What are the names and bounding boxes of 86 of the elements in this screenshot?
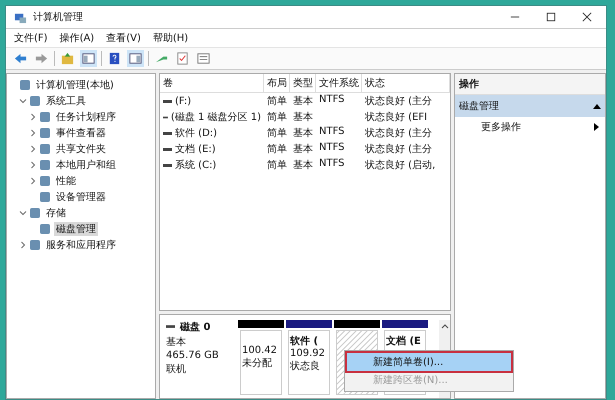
table-cell: 基本 — [293, 160, 313, 171]
tree-node-icon — [39, 127, 51, 139]
tree-item[interactable]: 性能 — [54, 174, 78, 188]
window-title: 计算机管理 — [33, 10, 83, 24]
table-cell: 简单 — [267, 96, 287, 107]
table-cell-text: 软件 (D:) — [175, 127, 218, 140]
volume-icon — [163, 98, 172, 104]
disk-status: 联机 — [166, 362, 187, 376]
column-header[interactable]: 卷 — [160, 74, 264, 92]
tree-node-icon — [19, 79, 31, 91]
table-cell: 基本 — [293, 144, 313, 155]
tree-node-icon — [39, 111, 51, 123]
menu-item[interactable]: 操作(A) — [60, 31, 94, 45]
submenu-arrow-icon — [594, 123, 599, 131]
tree-node-icon — [39, 143, 51, 155]
section-title: 磁盘管理 — [459, 100, 499, 113]
tree-item[interactable]: 事件查看器 — [54, 126, 108, 140]
scroll-up-icon[interactable] — [440, 324, 448, 329]
tree-node-icon — [39, 191, 51, 203]
table-cell: 基本 — [293, 128, 313, 139]
column-header[interactable]: 状态 — [362, 74, 450, 92]
close-icon[interactable] — [582, 12, 592, 22]
table-cell: 简单 — [267, 160, 287, 171]
partition-block[interactable]: 100.42 未分配 — [240, 330, 282, 395]
tree-node-icon — [39, 175, 51, 187]
tree-item[interactable]: 计算机管理(本地) — [34, 78, 116, 92]
volume-icon — [163, 130, 172, 136]
partition-text: 100.42 — [242, 345, 278, 356]
table-cell: 状态良好 (主分 — [365, 144, 432, 155]
pane-icon[interactable] — [80, 50, 97, 67]
volume-icon — [163, 146, 172, 152]
tree-node-icon — [29, 95, 41, 107]
action-link[interactable]: 更多操作 — [481, 120, 521, 134]
tree-item[interactable]: 共享文件夹 — [54, 142, 108, 156]
folder-up-icon[interactable] — [59, 50, 76, 67]
actions-section[interactable]: 磁盘管理 — [455, 95, 605, 117]
menu-item[interactable]: 查看(V) — [106, 31, 141, 45]
table-cell: 状态良好 (主分 — [365, 96, 432, 107]
table-cell: (F:) — [175, 96, 192, 106]
table-cell: NTFS — [319, 126, 345, 137]
tree-item[interactable]: 本地用户和组 — [54, 158, 118, 172]
table-cell: NTFS — [319, 158, 345, 169]
table-cell: 简单 — [267, 112, 287, 123]
menu-item[interactable]: 文件(F) — [14, 31, 48, 45]
table-cell: 简单 — [267, 144, 287, 155]
table-cell: 状态良好 (启动, — [365, 160, 436, 171]
column-header[interactable]: 类型 — [290, 74, 316, 92]
disk-type: 基本 — [166, 336, 187, 349]
table-cell: 基本 — [293, 112, 313, 123]
table-cell-text: 系统 (C:) — [175, 158, 216, 172]
collapse-icon[interactable] — [593, 104, 601, 108]
menu-item[interactable]: 帮助(H) — [152, 31, 188, 45]
partition-text: 状态良 — [290, 360, 321, 373]
partition-block[interactable]: 软件 ( 109.92 状态良 — [288, 330, 330, 395]
tree-item[interactable]: 磁盘管理 — [54, 222, 98, 236]
tree-item[interactable]: 设备管理器 — [54, 190, 108, 204]
table-cell: 简单 — [267, 128, 287, 139]
partition-text: 文档 (E — [386, 334, 422, 348]
column-header[interactable]: 文件系统 — [316, 74, 362, 92]
tree-item[interactable]: 服务和应用程序 — [44, 238, 118, 252]
tree-item[interactable]: 系统工具 — [44, 94, 88, 108]
maximize-icon[interactable] — [546, 12, 556, 22]
pane-icon[interactable] — [127, 50, 144, 67]
table-cell: 基本 — [293, 96, 313, 107]
table-cell: 状态良好 (EFI — [365, 112, 428, 123]
table-cell: 状态良好 (主分 — [365, 128, 432, 139]
partition-text: 未分配 — [242, 356, 273, 370]
volume-icon — [163, 162, 172, 168]
table-cell-text: (磁盘 1 磁盘分区 1) — [170, 111, 261, 124]
tree-node-icon — [39, 223, 51, 235]
tree-node-icon — [29, 239, 41, 251]
partition-text: 软件 ( — [290, 334, 320, 348]
table-cell: NTFS — [319, 94, 345, 105]
tree-node-icon — [39, 159, 51, 171]
column-header[interactable]: 布局 — [264, 74, 290, 92]
disk-size: 465.76 GB — [166, 350, 220, 361]
disk-name: 磁盘 0 — [180, 320, 210, 334]
tree-item[interactable]: 存储 — [44, 206, 68, 220]
tree-item[interactable]: 任务计划程序 — [54, 110, 118, 124]
tree-node-icon — [29, 207, 41, 219]
table-cell-text: 文档 (E:) — [175, 142, 216, 156]
partition-text: 109.92 — [290, 348, 326, 359]
volume-icon — [163, 114, 168, 120]
menu-item[interactable]: 新建简单卷(I)... — [347, 353, 511, 371]
actions-header: 操作 — [455, 74, 605, 95]
table-cell: NTFS — [319, 142, 345, 153]
